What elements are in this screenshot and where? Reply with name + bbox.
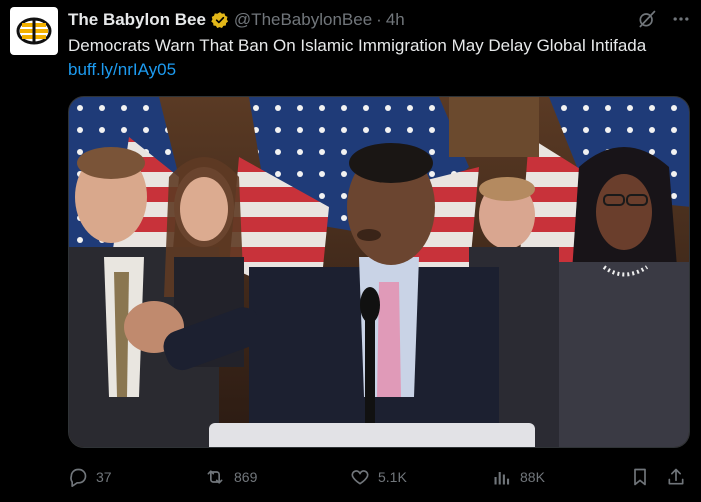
person-woman-right — [559, 147, 689, 447]
header-actions — [637, 9, 691, 29]
avatar[interactable] — [10, 7, 58, 55]
repost-count: 869 — [234, 469, 258, 485]
views-button[interactable]: 88K — [492, 467, 545, 487]
tweet-link[interactable]: buff.ly/nrIAy05 — [68, 60, 176, 79]
tweet-header: The Babylon Bee @TheBabylonBee · 4h — [68, 9, 691, 31]
author-name[interactable]: The Babylon Bee — [68, 10, 206, 30]
grok-icon[interactable] — [637, 9, 657, 29]
repost-icon — [207, 470, 223, 484]
repost-button[interactable]: 869 — [204, 467, 257, 487]
press-conference-photo — [69, 97, 689, 447]
views-icon — [494, 472, 510, 485]
tweet-media-image[interactable] — [68, 96, 690, 448]
timestamp[interactable]: 4h — [386, 10, 405, 30]
share-button[interactable] — [666, 467, 686, 487]
reply-count: 37 — [96, 469, 112, 485]
bookmark-icon — [634, 468, 646, 486]
reply-button[interactable]: 37 — [68, 467, 112, 487]
tweet-body: Democrats Warn That Ban On Islamic Immig… — [68, 36, 647, 55]
share-icon — [668, 468, 684, 485]
podium — [209, 423, 535, 447]
babylon-bee-logo-icon — [16, 17, 52, 45]
tweet-text: Democrats Warn That Ban On Islamic Immig… — [68, 34, 668, 82]
verified-badge-icon[interactable] — [211, 11, 229, 29]
like-count: 5.1K — [378, 469, 407, 485]
separator-dot: · — [376, 10, 382, 29]
like-button[interactable]: 5.1K — [350, 467, 407, 487]
reply-icon — [70, 468, 87, 487]
author-handle[interactable]: @TheBabylonBee — [234, 10, 372, 30]
views-count: 88K — [520, 469, 545, 485]
heart-icon — [351, 470, 369, 485]
more-options-icon[interactable] — [671, 9, 691, 29]
bookmark-button[interactable] — [630, 467, 650, 487]
tweet-action-bar: 37 869 5.1K 88K — [68, 462, 687, 492]
